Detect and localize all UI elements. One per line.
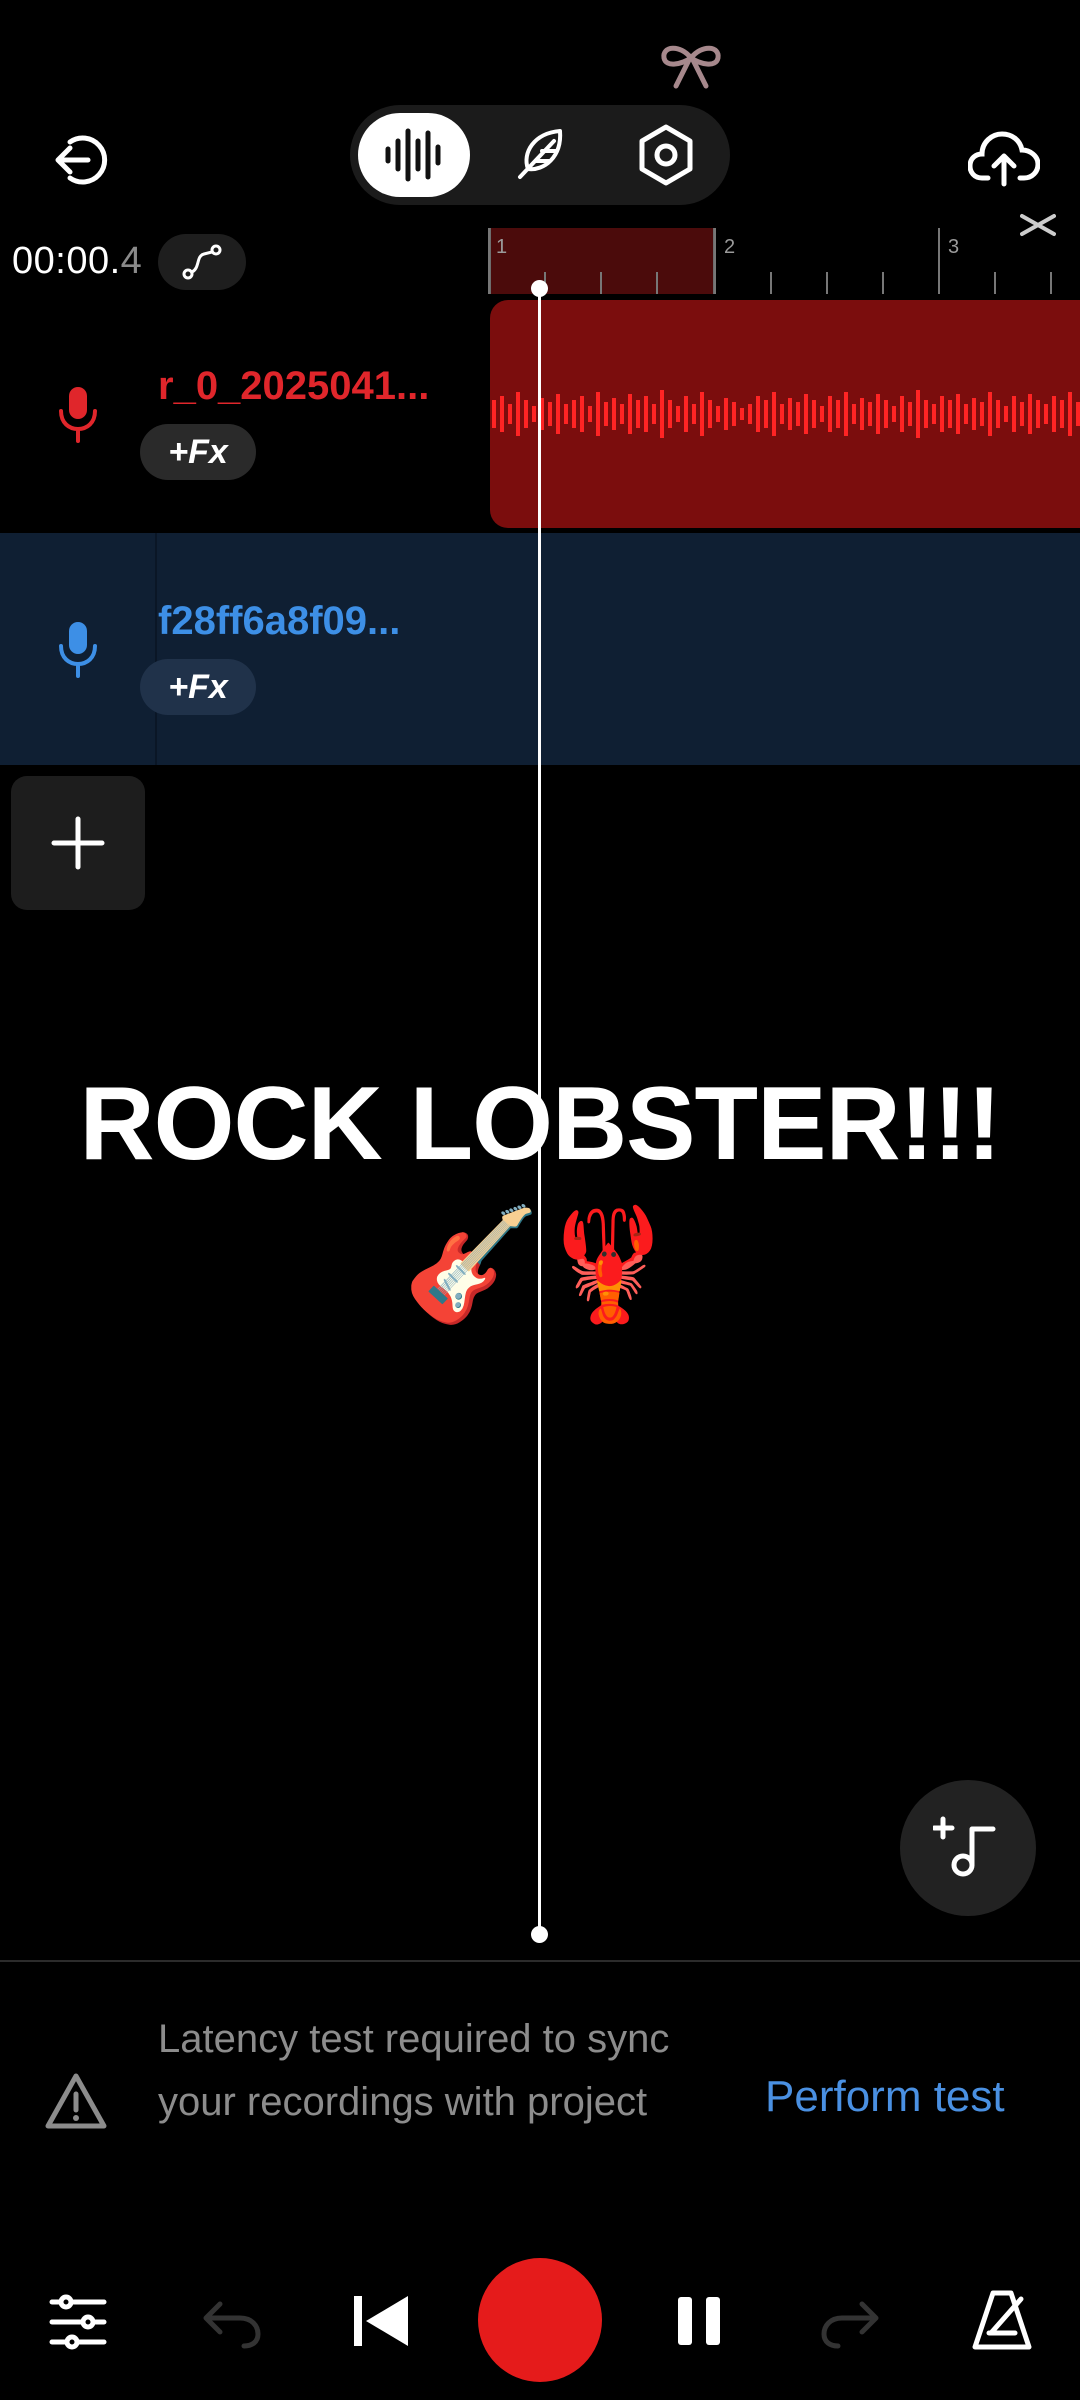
ruler-tick	[656, 272, 658, 294]
metronome-button[interactable]	[964, 2282, 1040, 2358]
cloud-upload-button[interactable]	[966, 124, 1042, 192]
ruler-tick	[714, 228, 716, 294]
ruler-tick	[882, 272, 884, 294]
timeline-ruler[interactable]: 1 2 3	[488, 228, 1080, 294]
bar-number: 1	[496, 236, 508, 258]
cloud-upload-icon	[968, 131, 1040, 187]
track-2-name: f28ff6a8f09...	[158, 599, 401, 643]
exit-button[interactable]	[40, 128, 120, 192]
ruler-tick	[994, 272, 996, 294]
plus-icon	[51, 816, 105, 870]
audio-clip[interactable]	[490, 300, 1080, 528]
feather-icon	[518, 129, 563, 179]
mixer-button[interactable]	[40, 2284, 116, 2360]
mode-settings-button[interactable]	[610, 113, 722, 197]
mode-feather-button[interactable]	[484, 113, 596, 197]
perform-test-button[interactable]: Perform test	[765, 2072, 1005, 2122]
pause-icon	[678, 2297, 720, 2345]
skip-back-button[interactable]	[346, 2286, 416, 2356]
ruler-tick	[770, 272, 772, 294]
redo-button[interactable]	[814, 2288, 886, 2356]
microphone-icon	[59, 387, 97, 443]
waveform	[492, 390, 1080, 438]
playhead-line[interactable]	[538, 286, 541, 1934]
record-button[interactable]	[478, 2258, 602, 2382]
mode-waveform-button[interactable]	[358, 113, 470, 197]
bow-icon	[658, 42, 724, 90]
playhead-handle-top[interactable]	[531, 280, 548, 297]
time-main: 00:00.	[12, 240, 121, 282]
track-1-fx-button[interactable]: +Fx	[140, 424, 256, 480]
skip-back-icon	[354, 2296, 408, 2346]
track-2-fx-button[interactable]: +Fx	[140, 659, 256, 715]
ruler-tick	[600, 272, 602, 294]
pause-button[interactable]	[664, 2286, 734, 2356]
time-fraction: 4	[120, 240, 143, 282]
ruler-tick	[938, 228, 940, 294]
ruler-tick	[1050, 272, 1052, 294]
track-1-mic-button[interactable]	[46, 380, 110, 450]
latency-message: Latency test required to sync your recor…	[158, 2017, 670, 2124]
track-2-mic-button[interactable]	[46, 615, 110, 685]
time-display: 00:00.4	[12, 240, 142, 283]
settings-hex-icon	[639, 124, 693, 186]
playhead-handle-bottom[interactable]	[531, 1926, 548, 1943]
metronome-icon	[972, 2290, 1032, 2350]
add-music-button[interactable]	[900, 1780, 1036, 1916]
divider	[0, 1960, 1080, 1962]
add-track-button[interactable]	[11, 776, 145, 910]
track-1-name: r_0_2025041...	[158, 364, 430, 408]
undo-icon	[203, 2301, 261, 2349]
ruler-tick	[826, 272, 828, 294]
add-music-icon	[933, 1816, 996, 1877]
ruler-tick	[488, 228, 490, 294]
warning-icon	[44, 2070, 108, 2134]
microphone-icon	[59, 622, 97, 678]
redo-icon	[821, 2301, 879, 2349]
mode-switcher	[350, 105, 730, 205]
sliders-icon	[49, 2294, 107, 2350]
undo-button[interactable]	[196, 2288, 268, 2356]
automation-button[interactable]	[158, 234, 246, 290]
bar-number: 2	[724, 236, 736, 258]
waveform-icon	[385, 128, 441, 182]
bar-number: 3	[948, 236, 960, 258]
curve-node-icon	[182, 244, 222, 280]
exit-icon	[55, 135, 108, 185]
